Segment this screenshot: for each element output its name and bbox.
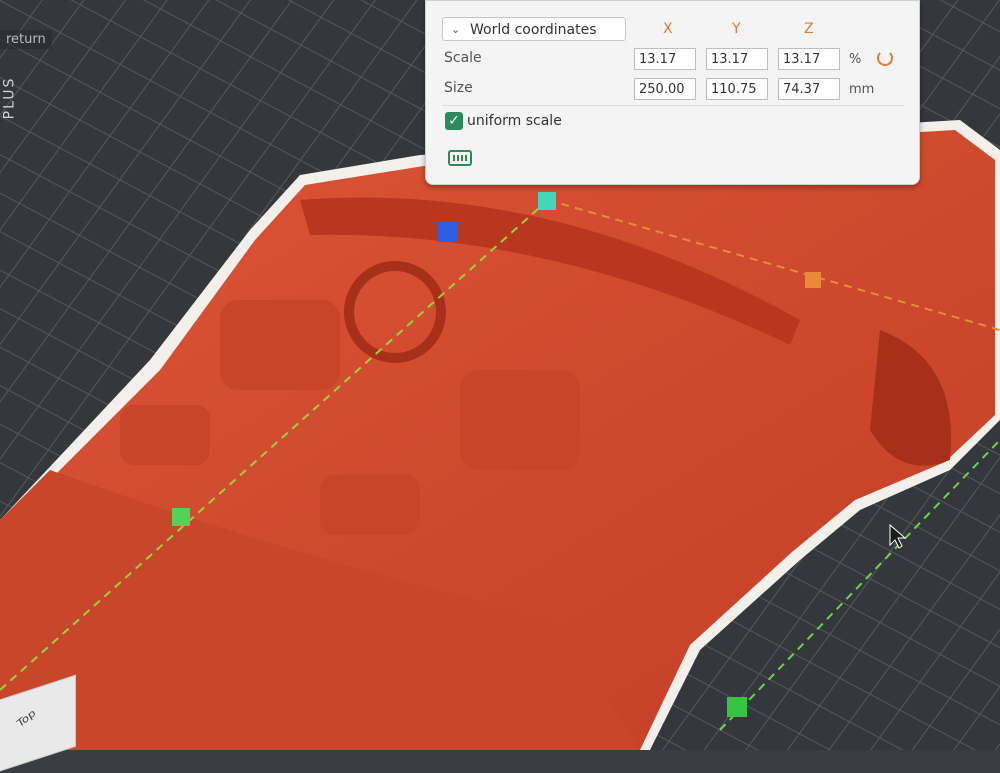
size-z-input[interactable] (778, 78, 840, 100)
chevron-down-icon: ⌄ (451, 23, 461, 36)
axis-label-y: Y (732, 21, 741, 37)
rear-headrest-left (120, 405, 210, 465)
scale-handle-cyan (538, 192, 556, 210)
check-icon: ✓ (448, 113, 460, 129)
scale-handle-orange (805, 272, 821, 288)
axis-label-x: X (663, 21, 673, 37)
passenger-seat (460, 370, 580, 470)
size-label: Size (444, 80, 473, 96)
size-x-input[interactable] (634, 78, 696, 100)
view-cube-top-label: Top (15, 706, 38, 730)
scale-panel: ⌄ World coordinates X Y Z Scale % Size m… (425, 0, 920, 185)
scale-unit: % (849, 52, 862, 67)
scale-x-input[interactable] (634, 48, 696, 70)
scale-z-input[interactable] (778, 48, 840, 70)
return-button[interactable]: return (0, 30, 52, 49)
size-unit: mm (849, 82, 875, 97)
scale-label: Scale (444, 50, 482, 66)
coordinate-system-select[interactable]: ⌄ World coordinates (442, 17, 626, 41)
uniform-scale-label[interactable]: uniform scale (467, 113, 562, 129)
panel-divider (442, 105, 904, 106)
coordinate-system-value: World coordinates (470, 22, 597, 38)
size-y-input[interactable] (706, 78, 768, 100)
brand-logo: PLUS (1, 76, 18, 120)
keyboard-icon[interactable] (448, 150, 472, 166)
scale-handle-green-lower (727, 697, 747, 717)
scale-handle-green (172, 508, 190, 526)
axis-label-z: Z (804, 21, 814, 37)
driver-seat (220, 300, 340, 390)
reset-icon[interactable] (877, 50, 893, 66)
scale-y-input[interactable] (706, 48, 768, 70)
uniform-scale-checkbox[interactable]: ✓ (445, 112, 463, 130)
rear-headrest-right (320, 475, 420, 535)
scale-handle-blue (438, 222, 458, 242)
